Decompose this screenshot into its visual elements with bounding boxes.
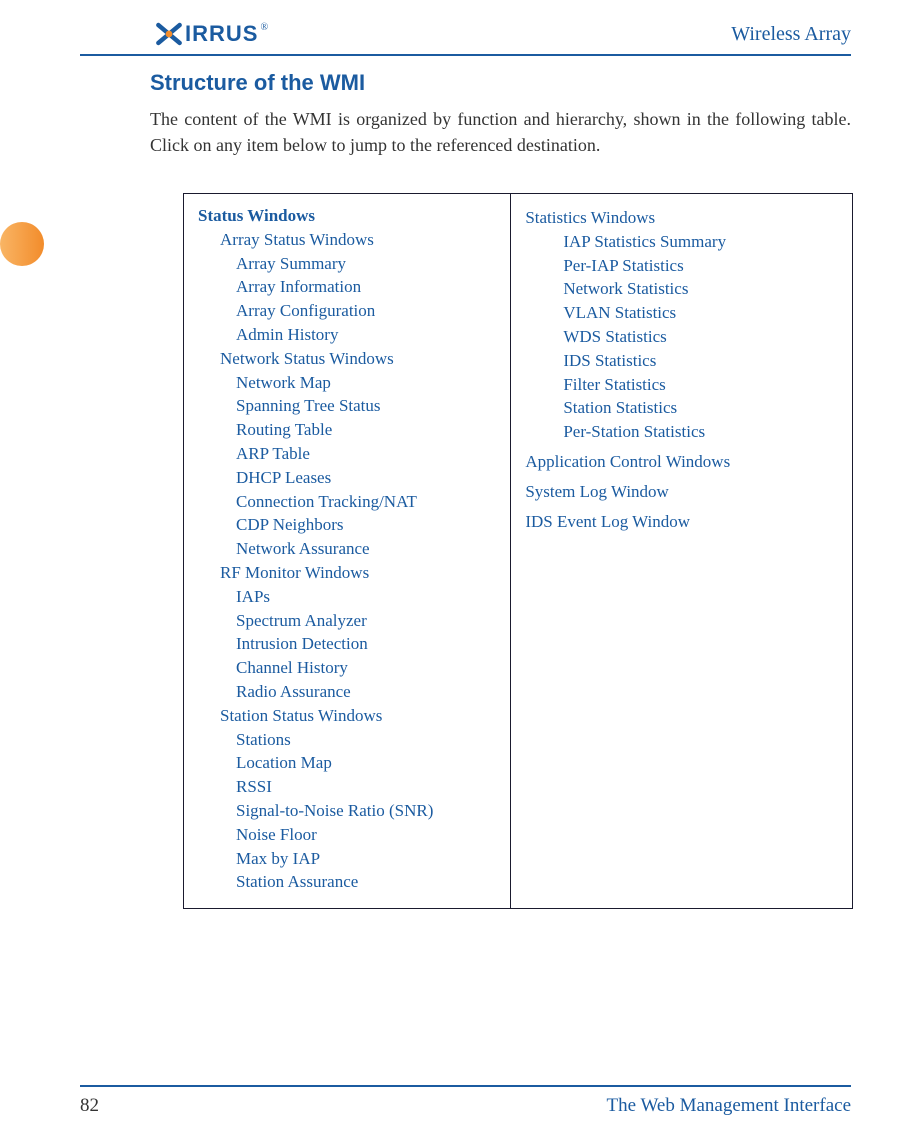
wmi-link[interactable]: Network Statistics: [525, 277, 838, 301]
wmi-link[interactable]: Spectrum Analyzer: [198, 609, 496, 633]
wmi-link[interactable]: IDS Event Log Window: [525, 510, 838, 534]
wmi-link[interactable]: Max by IAP: [198, 847, 496, 871]
registered-icon: ®: [260, 22, 268, 33]
wmi-link[interactable]: Network Status Windows: [198, 347, 496, 371]
wmi-link[interactable]: RSSI: [198, 775, 496, 799]
wmi-link[interactable]: Station Assurance: [198, 870, 496, 894]
wmi-link[interactable]: Station Status Windows: [198, 704, 496, 728]
header-product-name: Wireless Array: [731, 23, 851, 46]
brand-logo: IRRUS ®: [155, 20, 268, 48]
wmi-table-right-column: Statistics WindowsIAP Statistics Summary…: [511, 194, 852, 908]
wmi-link[interactable]: Stations: [198, 728, 496, 752]
wmi-link[interactable]: Connection Tracking/NAT: [198, 490, 496, 514]
wmi-link[interactable]: Noise Floor: [198, 823, 496, 847]
wmi-link[interactable]: Admin History: [198, 323, 496, 347]
wmi-link[interactable]: WDS Statistics: [525, 325, 838, 349]
wmi-link[interactable]: Routing Table: [198, 418, 496, 442]
wmi-link[interactable]: Array Status Windows: [198, 228, 496, 252]
wmi-link[interactable]: DHCP Leases: [198, 466, 496, 490]
wmi-link[interactable]: Channel History: [198, 656, 496, 680]
wmi-link[interactable]: Array Information: [198, 275, 496, 299]
wmi-link[interactable]: Per-IAP Statistics: [525, 254, 838, 278]
wmi-link[interactable]: Per-Station Statistics: [525, 420, 838, 444]
wmi-table-left-column: Status WindowsArray Status WindowsArray …: [184, 194, 511, 908]
section-title: Structure of the WMI: [150, 70, 851, 96]
wmi-link[interactable]: Network Map: [198, 371, 496, 395]
wmi-link[interactable]: Statistics Windows: [525, 206, 838, 230]
wmi-structure-table: Status WindowsArray Status WindowsArray …: [183, 193, 853, 909]
brand-text: IRRUS: [185, 21, 258, 47]
wmi-link[interactable]: System Log Window: [525, 480, 838, 504]
wmi-link[interactable]: ARP Table: [198, 442, 496, 466]
wmi-link[interactable]: Array Summary: [198, 252, 496, 276]
page: IRRUS ® Wireless Array Structure of the …: [0, 0, 901, 1137]
wmi-link[interactable]: Location Map: [198, 751, 496, 775]
wmi-link[interactable]: IAP Statistics Summary: [525, 230, 838, 254]
wmi-link[interactable]: Signal-to-Noise Ratio (SNR): [198, 799, 496, 823]
side-tab-marker: [0, 222, 44, 266]
wmi-link[interactable]: Filter Statistics: [525, 373, 838, 397]
footer-chapter-title: The Web Management Interface: [607, 1095, 851, 1117]
wmi-link[interactable]: IAPs: [198, 585, 496, 609]
page-footer: 82 The Web Management Interface: [80, 1095, 851, 1117]
wmi-link[interactable]: VLAN Statistics: [525, 301, 838, 325]
wmi-link[interactable]: Station Statistics: [525, 396, 838, 420]
wmi-link[interactable]: Array Configuration: [198, 299, 496, 323]
wmi-link[interactable]: CDP Neighbors: [198, 513, 496, 537]
xirrus-x-icon: [155, 20, 183, 48]
page-number: 82: [80, 1095, 99, 1117]
wmi-link[interactable]: Status Windows: [198, 204, 496, 228]
wmi-link[interactable]: Application Control Windows: [525, 450, 838, 474]
wmi-link[interactable]: Network Assurance: [198, 537, 496, 561]
wmi-link[interactable]: Intrusion Detection: [198, 632, 496, 656]
header-rule: [80, 54, 851, 56]
wmi-link[interactable]: IDS Statistics: [525, 349, 838, 373]
section-intro: The content of the WMI is organized by f…: [150, 106, 851, 158]
wmi-link[interactable]: Radio Assurance: [198, 680, 496, 704]
footer-rule: [80, 1085, 851, 1087]
content-area: Structure of the WMI The content of the …: [150, 70, 851, 180]
page-header: IRRUS ® Wireless Array: [155, 20, 851, 48]
wmi-link[interactable]: Spanning Tree Status: [198, 394, 496, 418]
wmi-link[interactable]: RF Monitor Windows: [198, 561, 496, 585]
